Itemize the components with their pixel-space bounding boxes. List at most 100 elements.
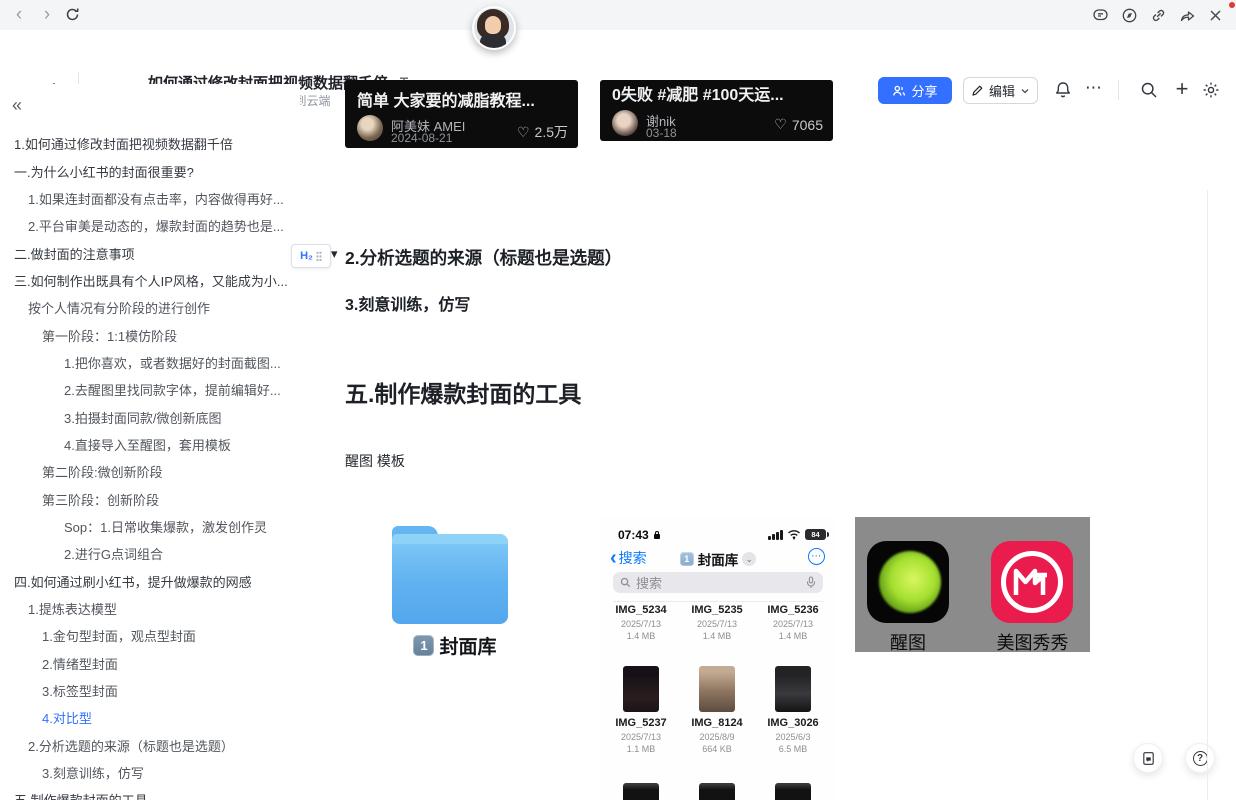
- toc-item[interactable]: 1.把你喜欢，或者数据好的封面截图...: [0, 349, 300, 376]
- toc-item[interactable]: 2.分析选题的来源（标题也是选题）: [0, 732, 300, 759]
- card-author-avatar: [357, 115, 383, 141]
- forward-button[interactable]: ›: [36, 1, 58, 29]
- refresh-icon[interactable]: [64, 6, 81, 23]
- drag-handle-icon: [316, 251, 322, 261]
- doc-section-title[interactable]: 五.制作爆款封面的工具: [345, 375, 581, 409]
- file-item: IMG_52342025/7/131.4 MB: [603, 604, 679, 641]
- toc-item[interactable]: 2.平台审美是动态的，爆款封面的趋势也是...: [0, 212, 300, 239]
- wifi-icon: [787, 529, 801, 540]
- scrollbar-track[interactable]: [1207, 190, 1208, 800]
- phone-screenshot-image[interactable]: 07:43 84 ‹ 搜索 1 封面库 ⌄ ⋯ 搜索 IMG_52342025/…: [600, 517, 836, 800]
- share-window-icon[interactable]: [1179, 7, 1196, 24]
- toc-item[interactable]: 3.拍摄封面同款/微创新底图: [0, 403, 300, 430]
- toc-item[interactable]: 二.做封面的注意事项: [0, 239, 300, 266]
- toc-item[interactable]: 4.直接导入至醒图，套用模板: [0, 431, 300, 458]
- toc-item[interactable]: 2.去醒图里找同款字体，提前编辑好...: [0, 376, 300, 403]
- phone-search-bar: 搜索: [613, 572, 823, 593]
- toc-item[interactable]: 第一阶段：1:1模仿阶段: [0, 321, 300, 348]
- lock-icon: [653, 530, 661, 540]
- heading-level-tag: H₂: [300, 250, 313, 262]
- heart-icon: ♡: [774, 116, 787, 133]
- doc-paragraph[interactable]: 醒图 模板: [345, 451, 405, 471]
- toc-item[interactable]: 按个人情况有分阶段的进行创作: [0, 294, 300, 321]
- more-icon[interactable]: ⋯: [1085, 78, 1103, 98]
- file-item: IMG_81242025/8/9664 KB: [679, 717, 755, 754]
- avatar-body: [480, 34, 506, 48]
- toc-item[interactable]: 3.标签型封面: [0, 677, 300, 704]
- feedback-fab-button[interactable]: [1133, 743, 1163, 773]
- close-icon[interactable]: [1207, 7, 1224, 24]
- card-like-count: 2.5万: [535, 122, 568, 142]
- outline-sidebar: « 1.如何通过修改封面把视频数据翻千倍 一.为什么小红书的封面很重要? 1.如…: [0, 84, 300, 800]
- note-card-image[interactable]: 0失败 #减肥 #100天运... 谢nik 03-18 ♡ 7065: [600, 80, 833, 141]
- back-button[interactable]: ‹: [8, 1, 30, 29]
- mic-icon: [806, 576, 816, 589]
- question-icon: ?: [1193, 751, 1208, 766]
- toc-item[interactable]: 1.如果连封面都没有点击率，内容做得再好...: [0, 185, 300, 212]
- toc-item[interactable]: 四.如何通过刷小红书，提升做爆款的网感: [0, 568, 300, 595]
- toc-item[interactable]: 1.提炼表达模型: [0, 595, 300, 622]
- browser-topbar: ‹ ›: [0, 0, 1236, 31]
- toc-item[interactable]: 五.制作爆款封面的工具: [0, 786, 300, 800]
- feedback-icon[interactable]: [1092, 7, 1109, 24]
- doc-heading-3[interactable]: 3.刻意训练，仿写: [345, 291, 470, 315]
- user-avatar[interactable]: [472, 6, 516, 50]
- notification-dot: [1229, 2, 1235, 8]
- heading-block-handle[interactable]: H₂: [291, 244, 331, 268]
- toc-item[interactable]: 3.刻意训练，仿写: [0, 759, 300, 786]
- new-doc-icon[interactable]: +: [1170, 76, 1194, 96]
- meitu-m-logo: [1011, 565, 1053, 599]
- toc-item[interactable]: 2.进行G点词组合: [0, 540, 300, 567]
- doc-header: 如何通过修改封面把视频数据翻千倍 2 我的课程 | 2026 已经保存到云端 分…: [0, 30, 1236, 84]
- toc-item[interactable]: 三.如何制作出既具有个人IP风格，又能成为小...: [0, 267, 300, 294]
- phone-more-button: ⋯: [808, 548, 825, 565]
- photo-thumbnail: [699, 666, 735, 712]
- settings-gear-icon[interactable]: [1201, 80, 1221, 100]
- edit-button-label: 编辑: [989, 81, 1015, 100]
- folder-label: 1 封面库: [370, 632, 540, 659]
- share-button[interactable]: 分享: [878, 77, 952, 104]
- card-title: 0失败 #减肥 #100天运...: [612, 81, 825, 105]
- card-date: 03-18: [646, 126, 677, 140]
- phone-search-placeholder: 搜索: [636, 573, 801, 592]
- copy-link-icon[interactable]: [1150, 7, 1167, 24]
- green-dot-logo: [879, 551, 941, 613]
- card-title: 简单 大家要的减脂教程...: [357, 87, 570, 111]
- battery-icon: 84: [805, 529, 826, 540]
- photo-thumbnail: [775, 666, 811, 712]
- file-item: IMG_52352025/7/131.4 MB: [679, 604, 755, 641]
- toc-item[interactable]: 一.为什么小红书的封面很重要?: [0, 157, 300, 184]
- help-fab-button[interactable]: ?: [1185, 743, 1215, 773]
- status-time: 07:43: [618, 528, 661, 542]
- file-item: IMG_52372025/7/131.1 MB: [603, 717, 679, 754]
- chevron-down-icon: [1020, 86, 1030, 96]
- photo-thumbnail: [775, 783, 811, 800]
- toc-item-active[interactable]: 4.对比型: [0, 704, 300, 731]
- app-label: 醒图: [867, 629, 949, 655]
- card-date: 2024-08-21: [391, 131, 452, 145]
- avatar-face: [485, 16, 501, 34]
- folder-image[interactable]: 1 封面库: [370, 518, 540, 663]
- share-button-label: 分享: [911, 81, 937, 100]
- status-icons: 84: [768, 529, 826, 540]
- list-divider: [613, 601, 823, 602]
- table-of-contents: 1.如何通过修改封面把视频数据翻千倍 一.为什么小红书的封面很重要? 1.如果连…: [0, 130, 300, 800]
- toc-item[interactable]: 1.金句型封面，观点型封面: [0, 622, 300, 649]
- apps-screenshot-image[interactable]: 醒图 美图秀秀: [855, 517, 1090, 652]
- toc-item[interactable]: 第三阶段：创新阶段: [0, 485, 300, 512]
- search-icon[interactable]: [1139, 80, 1159, 100]
- note-card-image[interactable]: 简单 大家要的减脂教程... 阿美妹 AMEI 2024-08-21 ♡ 2.5…: [345, 80, 578, 148]
- bell-icon[interactable]: [1053, 80, 1073, 100]
- title-chevron-icon: ⌄: [742, 552, 756, 566]
- pencil-icon: [971, 84, 984, 97]
- collapse-sidebar-button[interactable]: «: [12, 96, 22, 114]
- edit-button[interactable]: 编辑: [963, 77, 1038, 104]
- compass-icon[interactable]: [1121, 7, 1138, 24]
- toc-item[interactable]: 第二阶段:微创新阶段: [0, 458, 300, 485]
- heading-collapse-triangle[interactable]: ▾: [331, 246, 338, 262]
- doc-heading-2[interactable]: 2.分析选题的来源（标题也是选题）: [345, 245, 622, 270]
- toc-item[interactable]: 2.情绪型封面: [0, 650, 300, 677]
- toc-item[interactable]: Sop：1.日常收集爆款，激发创作灵: [0, 513, 300, 540]
- toc-item[interactable]: 1.如何通过修改封面把视频数据翻千倍: [0, 130, 300, 157]
- keycap-1-icon: 1: [413, 635, 434, 656]
